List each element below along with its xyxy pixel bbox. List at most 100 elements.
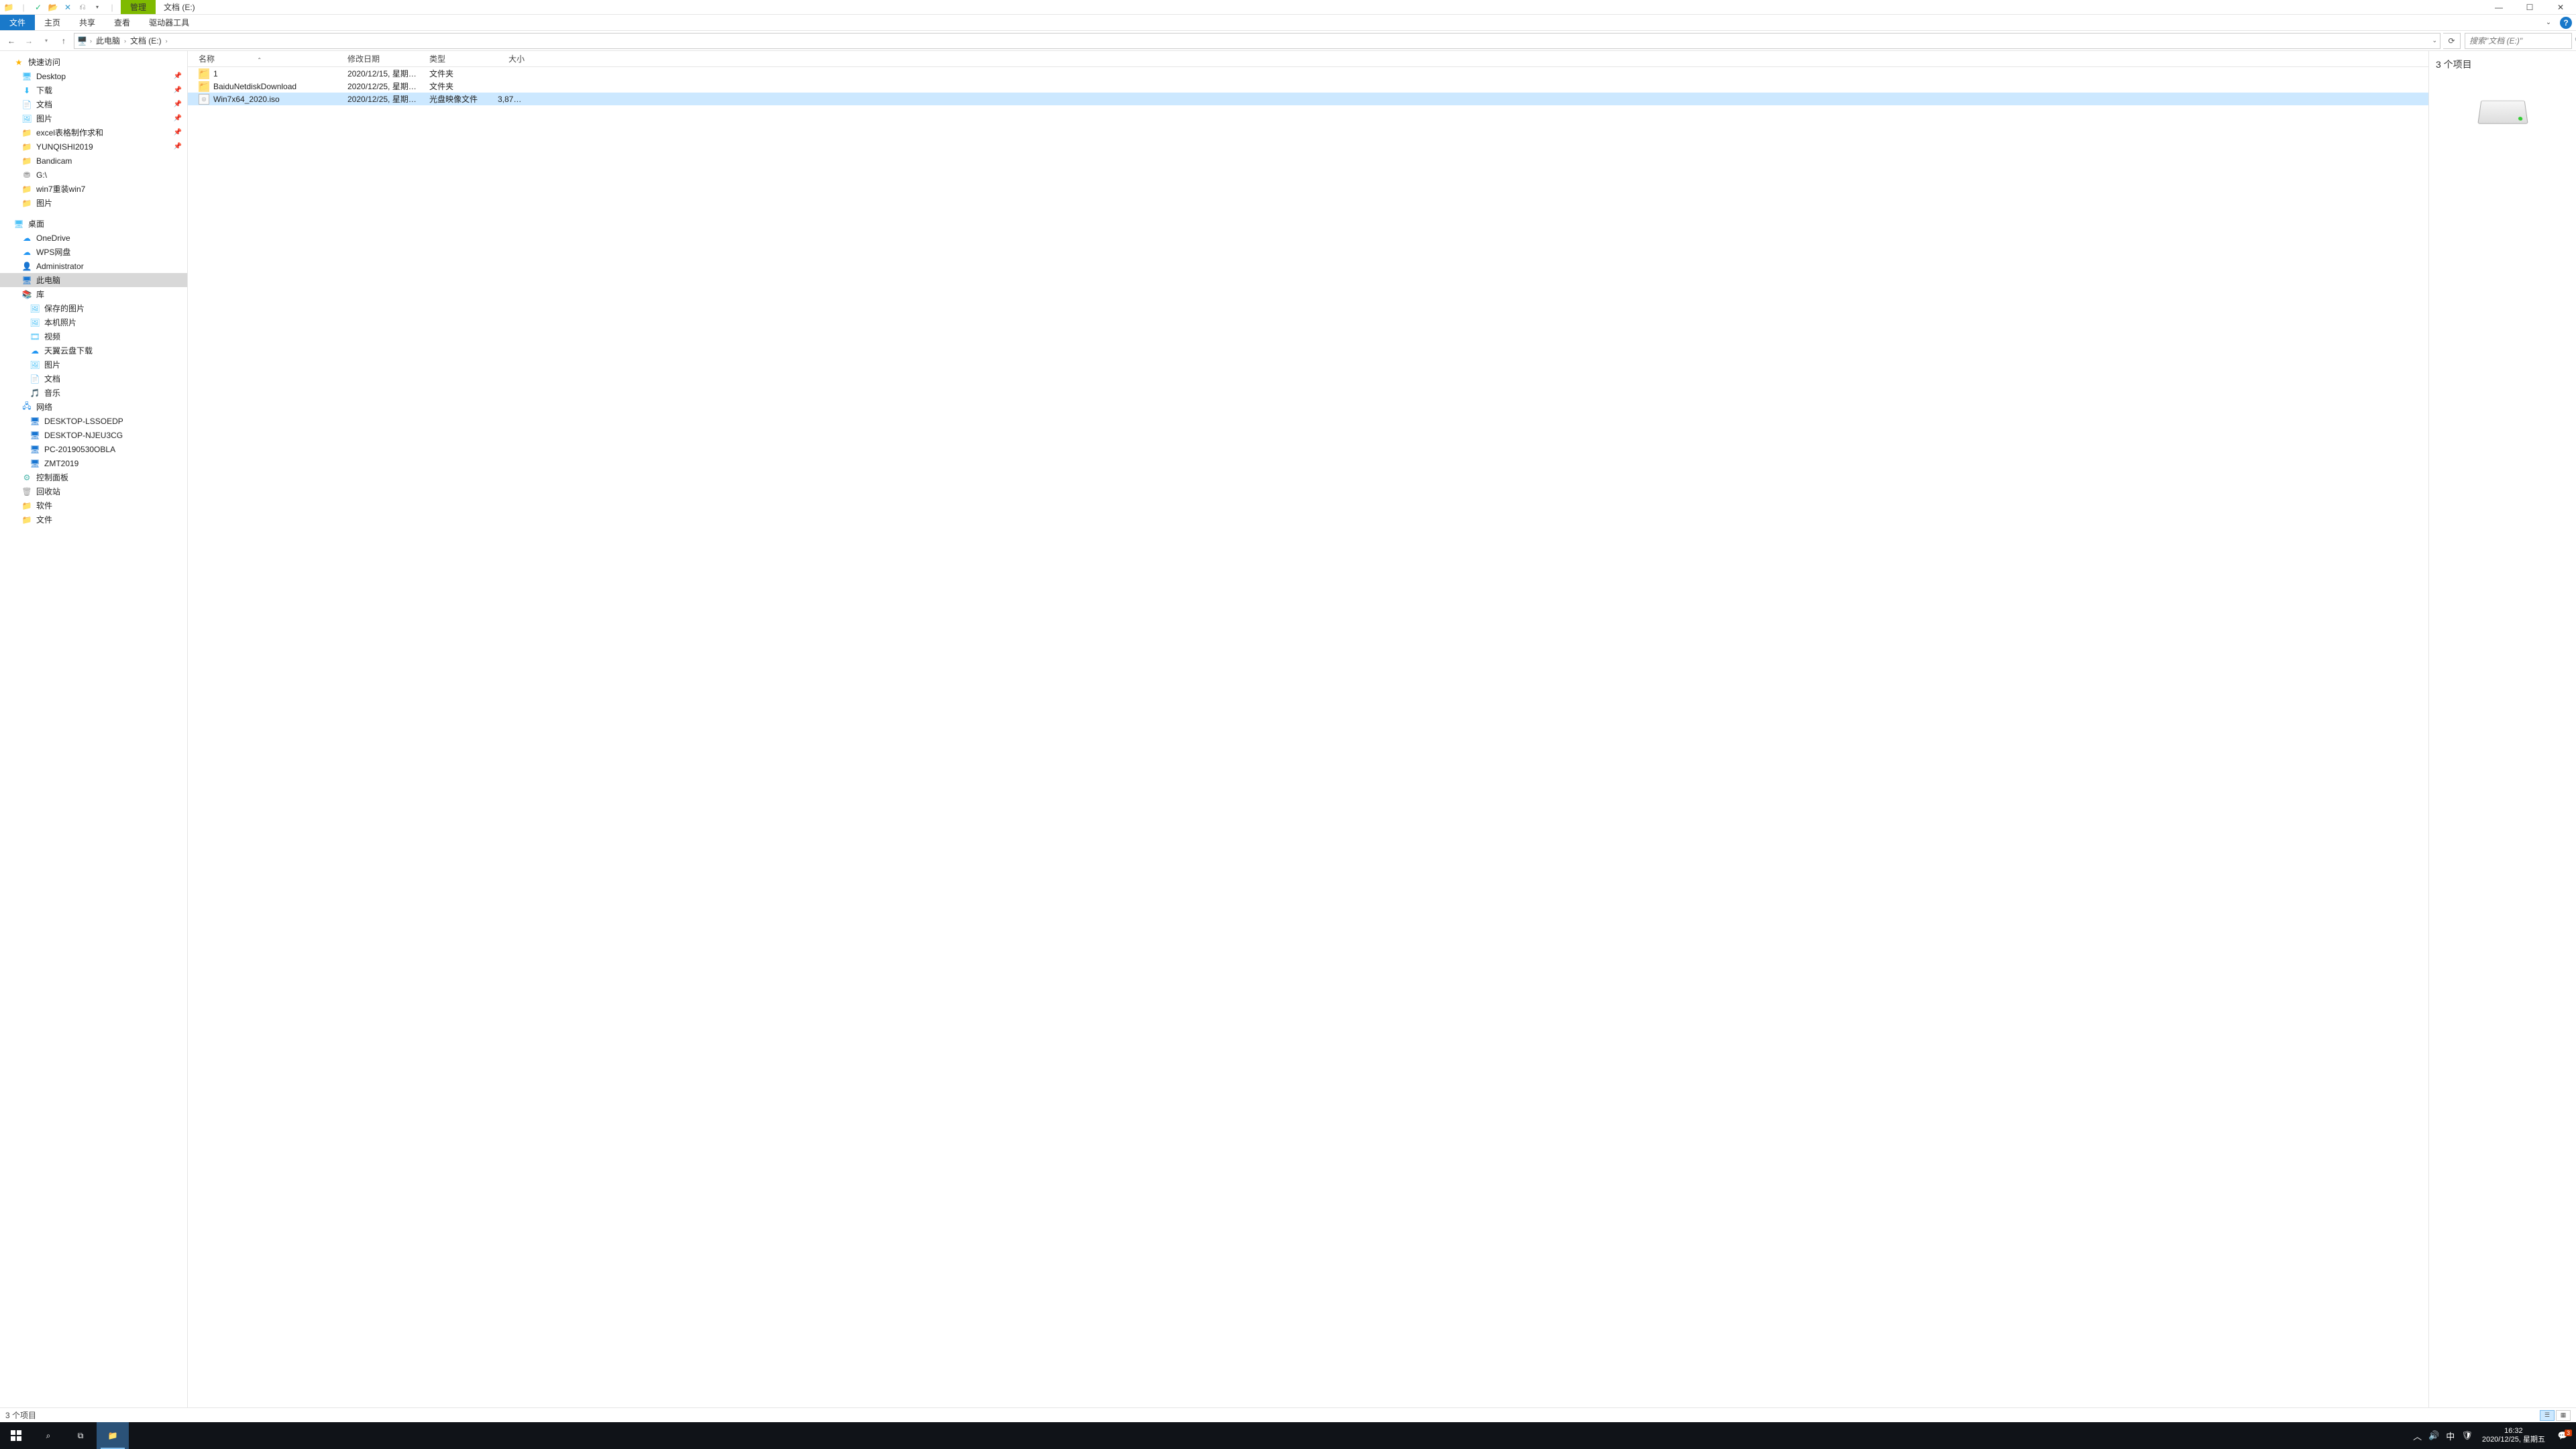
sidebar-item-libmusic[interactable]: 🎵音乐 (0, 386, 187, 400)
sidebar-item-label: DESKTOP-NJEU3CG (44, 431, 123, 440)
tab-home[interactable]: 主页 (35, 15, 70, 30)
sidebar-item-this-pc[interactable]: 🖥此电脑 (0, 273, 187, 287)
sidebar-item-documents[interactable]: 📄文档📌 (0, 97, 187, 111)
sidebar-quick-access[interactable]: ★快速访问 (0, 55, 187, 69)
taskbar-clock[interactable]: 16:32 2020/12/25, 星期五 (2478, 1427, 2549, 1444)
folder-icon: 📁 (108, 1431, 118, 1440)
sidebar-item-pc3[interactable]: 🖥PC-20190530OBLA (0, 442, 187, 456)
taskbar-search-button[interactable]: ⌕ (32, 1422, 64, 1449)
col-size[interactable]: 大小 (487, 53, 535, 64)
sidebar-item-bandicam[interactable]: 📁Bandicam (0, 154, 187, 168)
sidebar-item-libpics[interactable]: 🖼图片 (0, 358, 187, 372)
sidebar-item-yunqishi[interactable]: 📁YUNQISHI2019📌 (0, 140, 187, 154)
sidebar-item-pc1[interactable]: 🖥 DESKTOP-LSSOEDP (0, 414, 187, 428)
ime-indicator[interactable]: 中 (2446, 1430, 2455, 1442)
chevron-right-icon[interactable]: › (164, 38, 169, 44)
qat-undo-icon[interactable]: ⎌ (76, 1, 89, 13)
sidebar-item-excel[interactable]: 📁excel表格制作求和📌 (0, 125, 187, 140)
refresh-button[interactable]: ⟳ (2443, 33, 2461, 49)
nav-up-button[interactable]: ↑ (56, 34, 71, 48)
crumb-drive-e[interactable]: 文档 (E:) (129, 35, 163, 46)
maximize-button[interactable]: ☐ (2514, 0, 2545, 14)
sidebar-desktop-root[interactable]: 🖥桌面 (0, 217, 187, 231)
start-button[interactable] (0, 1422, 32, 1449)
windows-icon (11, 1430, 21, 1441)
sidebar-item-desktop[interactable]: 🖥Desktop📌 (0, 69, 187, 83)
sidebar-item-label: 保存的图片 (44, 303, 85, 314)
nav-forward-button[interactable]: → (21, 34, 36, 48)
tray-chevron-up-icon[interactable]: ︿ (2413, 1430, 2422, 1442)
sidebar-item-savedpics[interactable]: 🖼保存的图片 (0, 301, 187, 315)
recycle-bin-icon: 🗑 (21, 486, 32, 497)
volume-icon[interactable]: 🔊 (2428, 1430, 2439, 1441)
table-row[interactable]: ◎Win7x64_2020.iso2020/12/25, 星期五 1...光盘映… (188, 93, 2428, 105)
chevron-right-icon[interactable]: › (123, 38, 127, 44)
sidebar-item-software[interactable]: 📁软件 (0, 498, 187, 513)
sidebar-item-administrator[interactable]: 👤Administrator (0, 259, 187, 273)
search-input[interactable] (2469, 36, 2575, 46)
security-icon[interactable]: 🛡 (2461, 1430, 2473, 1441)
nav-back-button[interactable]: ← (4, 34, 19, 48)
sidebar-item-libdocs[interactable]: 📄文档 (0, 372, 187, 386)
tab-file[interactable]: 文件 (0, 15, 35, 30)
sidebar-item-label: Administrator (36, 262, 84, 271)
search-box[interactable]: 🔍 (2465, 33, 2572, 49)
col-name[interactable]: 名称 ⌃ (188, 53, 337, 64)
sidebar-item-pc2[interactable]: 🖥DESKTOP-NJEU3CG (0, 428, 187, 442)
table-row[interactable]: 📁BaiduNetdiskDownload2020/12/25, 星期五 1..… (188, 80, 2428, 93)
sidebar-item-files[interactable]: 📁文件 (0, 513, 187, 527)
minimize-button[interactable]: — (2483, 0, 2514, 14)
tab-view[interactable]: 查看 (105, 15, 140, 30)
sidebar-item-wps[interactable]: ☁WPS网盘 (0, 245, 187, 259)
table-row[interactable]: 📁12020/12/15, 星期二 1...文件夹 (188, 67, 2428, 80)
task-view-button[interactable]: ⧉ (64, 1422, 97, 1449)
sidebar-item-libraries[interactable]: 📚库 (0, 287, 187, 301)
sidebar-item-gdrive[interactable]: ⛃G:\ (0, 168, 187, 182)
ribbon-context-tab-manage[interactable]: 管理 (121, 0, 156, 14)
action-center-button[interactable]: 💬 3 (2549, 1431, 2576, 1440)
sidebar-item-label: YUNQISHI2019 (36, 142, 93, 152)
sidebar-item-videos[interactable]: 🎞视频 (0, 329, 187, 343)
sidebar-item-network[interactable]: 🖧网络 (0, 400, 187, 414)
sidebar-item-onedrive[interactable]: ☁OneDrive (0, 231, 187, 245)
sidebar-item-win7re[interactable]: 📁win7重装win7 (0, 182, 187, 196)
file-list[interactable]: 📁12020/12/15, 星期二 1...文件夹📁BaiduNetdiskDo… (188, 67, 2428, 1407)
taskbar-explorer-button[interactable]: 📁 (97, 1422, 129, 1449)
sidebar-item-downloads[interactable]: ⬇下载📌 (0, 83, 187, 97)
qat-dropdown-icon[interactable]: ▾ (91, 1, 103, 13)
ribbon-expand-icon[interactable]: ⌄ (2542, 17, 2555, 29)
help-icon[interactable]: ? (2560, 17, 2572, 29)
tab-share[interactable]: 共享 (70, 15, 105, 30)
sidebar-item-tianyi[interactable]: ☁天翼云盘下载 (0, 343, 187, 358)
qat-delete-icon[interactable]: ✕ (62, 1, 74, 13)
sidebar-item-pictures2[interactable]: 📁图片 (0, 196, 187, 210)
close-button[interactable]: ✕ (2545, 0, 2576, 14)
pc-icon: 🖥 (30, 416, 40, 427)
breadcrumb[interactable]: 🖥️ › 此电脑 › 文档 (E:) › ⌄ (74, 33, 2440, 49)
sidebar-item-label: DESKTOP-LSSOEDP (44, 417, 123, 426)
col-type[interactable]: 类型 (419, 53, 487, 64)
status-text: 3 个项目 (5, 1409, 36, 1421)
taskbar[interactable]: ⌕ ⧉ 📁 ︿ 🔊 中 🛡 16:32 2020/12/25, 星期五 💬 3 (0, 1422, 2576, 1449)
col-date[interactable]: 修改日期 (337, 53, 419, 64)
folder-icon: 📁 (21, 515, 32, 525)
qat-properties-icon[interactable]: ✓ (32, 1, 44, 13)
qat-newfolder-icon[interactable]: 📂 (47, 1, 59, 13)
sidebar-item-pictures[interactable]: 🖼图片📌 (0, 111, 187, 125)
nav-history-dropdown[interactable]: ▾ (39, 34, 54, 48)
chevron-right-icon[interactable]: › (89, 38, 93, 44)
sidebar-item-recycle-bin[interactable]: 🗑回收站 (0, 484, 187, 498)
crumb-this-pc[interactable]: 此电脑 (95, 35, 121, 46)
pin-icon: 📌 (174, 129, 182, 136)
app-icon[interactable]: 📁 (3, 1, 15, 13)
breadcrumb-dropdown-icon[interactable]: ⌄ (2432, 37, 2437, 44)
view-details-button[interactable]: ☰ (2540, 1410, 2555, 1421)
sidebar-item-label: G:\ (36, 170, 47, 180)
sidebar-item-label: 音乐 (44, 387, 60, 398)
tab-drive-tools[interactable]: 驱动器工具 (140, 15, 199, 30)
view-icons-button[interactable]: ▦ (2556, 1410, 2571, 1421)
sidebar-item-localpics[interactable]: 🖼本机照片 (0, 315, 187, 329)
navigation-pane[interactable]: ★快速访问 🖥Desktop📌 ⬇下载📌 📄文档📌 🖼图片📌 📁excel表格制… (0, 51, 188, 1407)
sidebar-item-control-panel[interactable]: ⚙控制面板 (0, 470, 187, 484)
sidebar-item-pc4[interactable]: 🖥ZMT2019 (0, 456, 187, 470)
